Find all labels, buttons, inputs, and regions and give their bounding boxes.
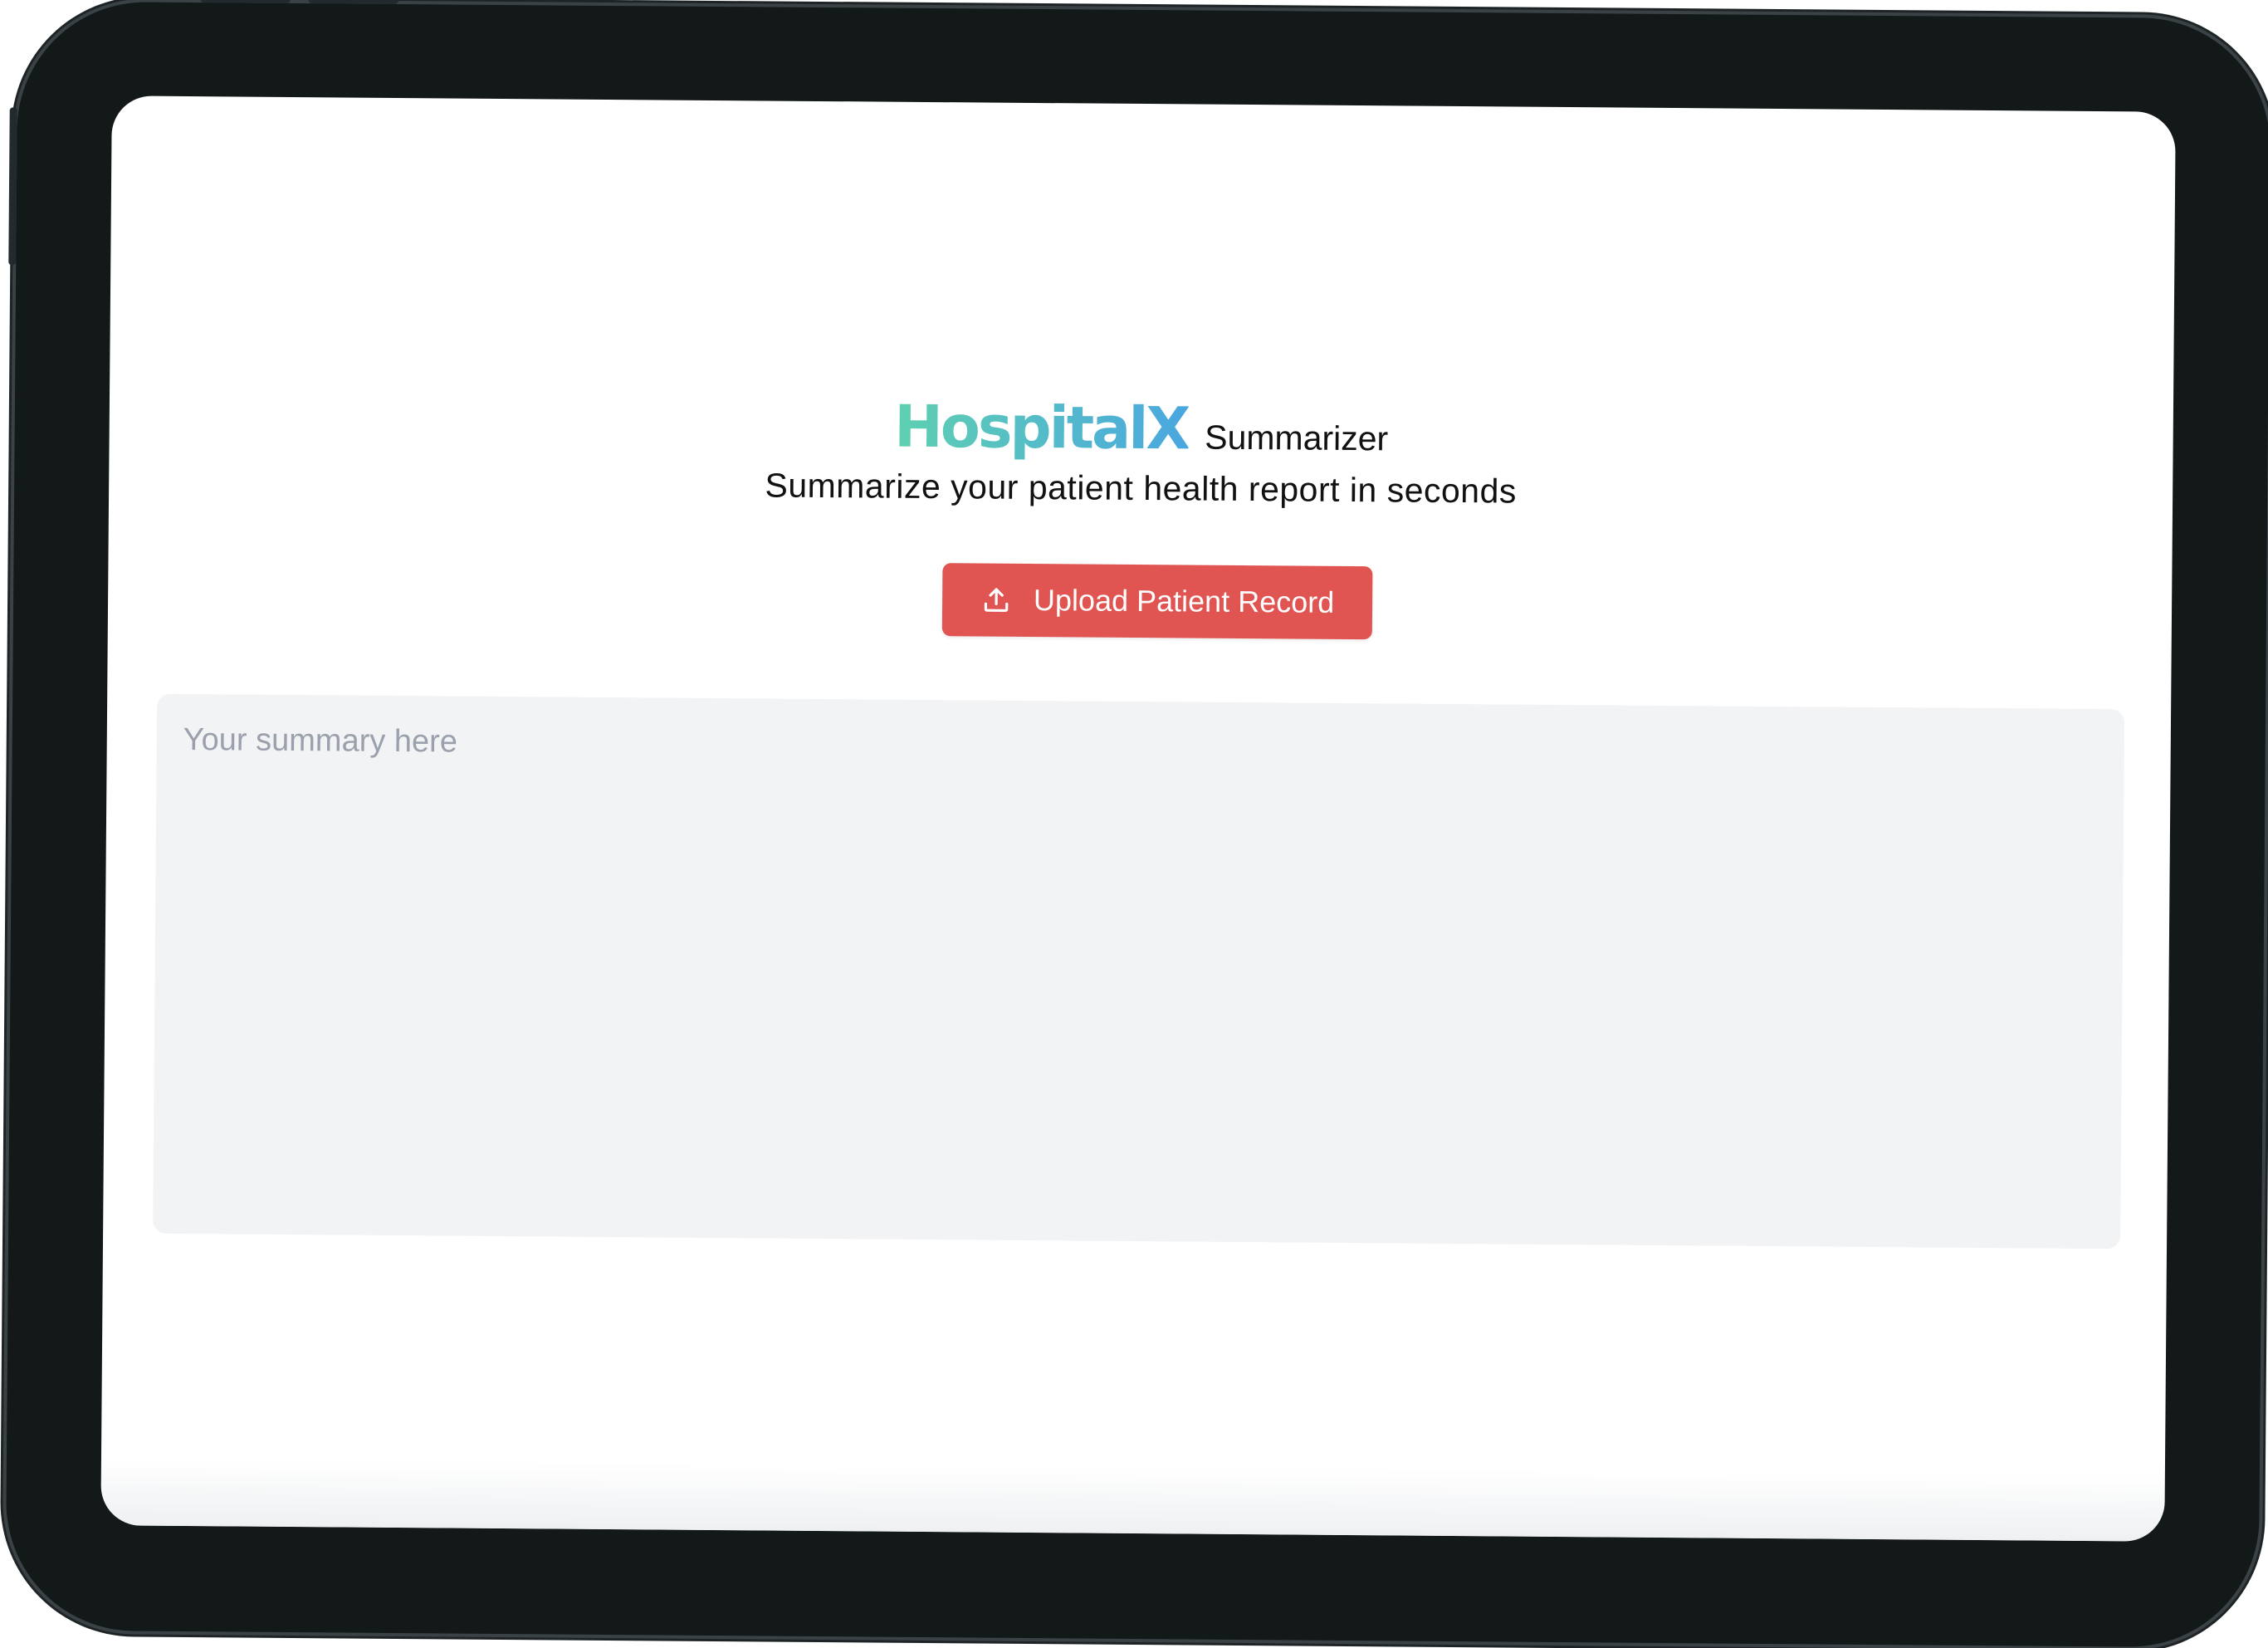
- tablet-frame: HospitalX Summarizer Summarize your pati…: [5, 0, 2268, 1648]
- upload-button-label: Upload Patient Record: [1033, 583, 1335, 619]
- top-button: [200, 0, 291, 3]
- summary-textarea[interactable]: [153, 693, 2125, 1249]
- app-content: HospitalX Summarizer Summarize your pati…: [100, 95, 2175, 1541]
- tagline: Summarize your patient health report in …: [765, 466, 1518, 511]
- side-button: [8, 107, 17, 266]
- screen: HospitalX Summarizer Summarize your pati…: [100, 95, 2176, 1542]
- hospitalx-logo: HospitalX: [893, 392, 1189, 463]
- upload-patient-record-button[interactable]: Upload Patient Record: [941, 563, 1373, 640]
- app-name: Summarizer: [1205, 418, 1389, 458]
- upload-icon: [980, 584, 1012, 616]
- top-button: [308, 0, 398, 4]
- brand-header: HospitalX Summarizer: [109, 386, 2173, 471]
